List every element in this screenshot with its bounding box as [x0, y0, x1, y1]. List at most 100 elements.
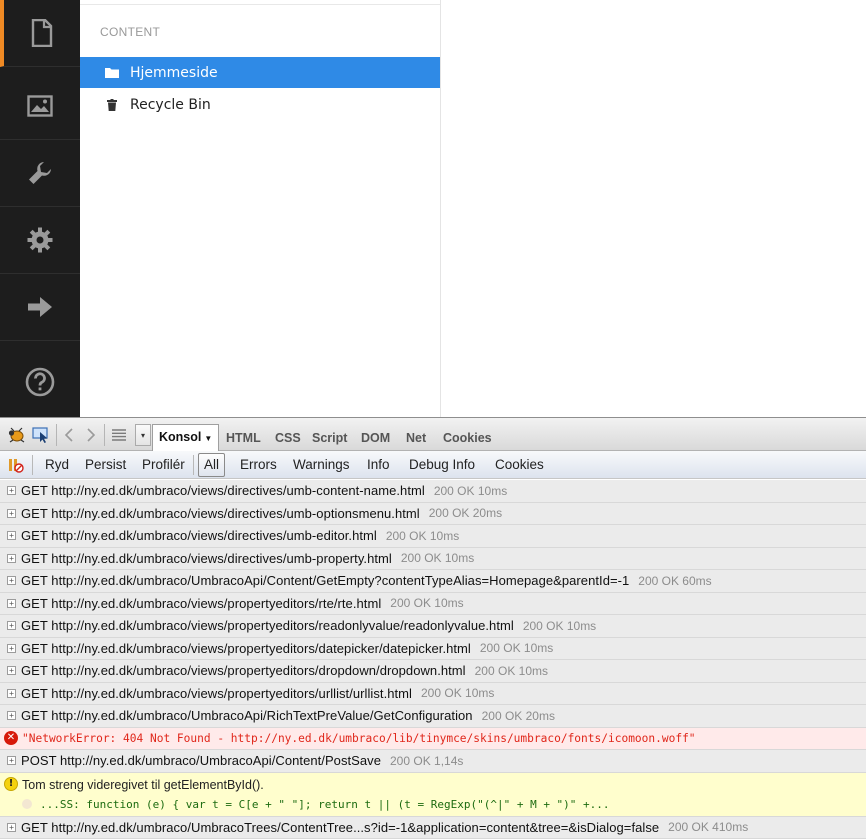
log-row[interactable]: + GET http://ny.ed.dk/umbraco/views/prop… — [0, 660, 866, 683]
expand-icon[interactable]: + — [7, 553, 16, 563]
expand-icon[interactable]: + — [7, 486, 16, 496]
filter-errors[interactable]: Errors — [240, 457, 277, 472]
clear-button[interactable]: Ryd — [45, 457, 69, 472]
request-url: GET http://ny.ed.dk/umbraco/views/proper… — [21, 663, 466, 679]
warning-message: Tom streng videregivet til getElementByI… — [22, 777, 264, 792]
expand-icon[interactable]: + — [7, 666, 16, 676]
request-url: GET http://ny.ed.dk/umbraco/views/direct… — [21, 505, 420, 521]
request-status: 200 OK 10ms — [474, 663, 548, 678]
breakpoint-icon[interactable] — [22, 799, 32, 809]
log-row[interactable]: + GET http://ny.ed.dk/umbraco/views/dire… — [0, 525, 866, 548]
expand-icon[interactable]: + — [7, 621, 16, 631]
help-button[interactable] — [0, 350, 80, 414]
warning-row[interactable]: ! Tom streng videregivet til getElementB… — [0, 772, 866, 817]
log-row[interactable]: + GET http://ny.ed.dk/umbraco/views/prop… — [0, 592, 866, 615]
tree-item-label: Recycle Bin — [130, 96, 211, 113]
profile-button[interactable]: Profilér — [142, 457, 185, 472]
request-status: 200 OK 10ms — [390, 596, 464, 611]
panel-menu-dropdown[interactable]: ▾ — [135, 424, 151, 446]
section-media[interactable] — [0, 73, 80, 140]
persist-button[interactable]: Persist — [85, 457, 126, 472]
expand-icon[interactable]: + — [7, 598, 16, 608]
log-row[interactable]: + GET http://ny.ed.dk/umbraco/UmbracoTre… — [0, 816, 866, 839]
expand-icon[interactable]: + — [7, 508, 16, 518]
back-arrow-icon[interactable] — [60, 426, 78, 444]
request-status: 200 OK 10ms — [400, 551, 475, 566]
tree-top-divider — [80, 0, 440, 5]
tab-html[interactable]: HTML — [226, 431, 261, 445]
firebug-toolbar: ▾ Konsol ▼ HTML CSS Script DOM Net Cookie… — [0, 418, 866, 452]
filter-divider — [32, 455, 33, 475]
expand-icon[interactable]: + — [7, 531, 16, 541]
request-status: 200 OK 410ms — [668, 820, 749, 835]
firebug-bug-icon[interactable] — [7, 426, 25, 444]
tab-script[interactable]: Script — [312, 431, 347, 445]
section-users[interactable] — [0, 274, 80, 341]
inspect-element-icon[interactable] — [32, 426, 50, 444]
tab-konsol[interactable]: Konsol ▼ — [152, 424, 220, 452]
expand-icon[interactable]: + — [7, 576, 16, 586]
request-status: 200 OK 1,14s — [390, 753, 464, 768]
warning-icon: ! — [4, 776, 18, 791]
request-status: 200 OK 10ms — [421, 686, 495, 701]
firebug-panel: ▾ Konsol ▼ HTML CSS Script DOM Net Cookie… — [0, 417, 866, 840]
request-url: GET http://ny.ed.dk/umbraco/views/direct… — [21, 483, 425, 499]
log-row[interactable]: + POST http://ny.ed.dk/umbraco/UmbracoAp… — [0, 750, 866, 773]
chevron-down-icon: ▼ — [204, 434, 213, 443]
arrow-right-icon — [28, 297, 52, 317]
help-circle-icon — [25, 367, 55, 397]
log-row[interactable]: + GET http://ny.ed.dk/umbraco/views/prop… — [0, 637, 866, 660]
filter-debug-info[interactable]: Debug Info — [409, 457, 475, 472]
log-row[interactable]: + GET http://ny.ed.dk/umbraco/views/dire… — [0, 547, 866, 570]
error-icon: ✕ — [4, 731, 18, 746]
request-status: 200 OK 20ms — [428, 506, 503, 521]
section-developer[interactable] — [0, 207, 80, 274]
log-row[interactable]: + GET http://ny.ed.dk/umbraco/UmbracoApi… — [0, 570, 866, 593]
section-content[interactable] — [0, 0, 80, 67]
request-url: GET http://ny.ed.dk/umbraco/views/proper… — [21, 640, 471, 656]
break-on-errors-icon[interactable] — [7, 456, 25, 474]
request-status: 200 OK 10ms — [479, 641, 554, 656]
tab-css[interactable]: CSS — [275, 431, 301, 445]
filter-all[interactable]: All — [198, 453, 226, 477]
filter-cookies[interactable]: Cookies — [495, 457, 544, 472]
tab-cookies[interactable]: Cookies — [443, 431, 492, 445]
request-status: 200 OK 20ms — [481, 708, 555, 723]
tree-item-hjemmeside[interactable]: Hjemmeside — [80, 57, 440, 88]
expand-icon[interactable]: + — [7, 688, 16, 698]
filter-info[interactable]: Info — [367, 457, 390, 472]
sections-sidebar — [0, 0, 80, 417]
error-row[interactable]: ✕ "NetworkError: 404 Not Found - http://… — [0, 727, 866, 750]
filter-warnings[interactable]: Warnings — [293, 457, 350, 472]
request-url: GET http://ny.ed.dk/umbraco/views/direct… — [21, 550, 392, 566]
log-row[interactable]: + GET http://ny.ed.dk/umbraco/views/prop… — [0, 615, 866, 638]
toolbar-divider — [104, 424, 105, 446]
request-url: GET http://ny.ed.dk/umbraco/views/direct… — [21, 528, 377, 544]
document-icon — [31, 19, 53, 47]
request-status: 200 OK 60ms — [638, 573, 712, 588]
section-settings[interactable] — [0, 140, 80, 207]
tree-heading: CONTENT — [100, 25, 161, 39]
command-line-icon[interactable] — [110, 426, 128, 444]
forward-arrow-icon[interactable] — [82, 426, 100, 444]
folder-icon — [102, 67, 122, 78]
log-row[interactable]: + GET http://ny.ed.dk/umbraco/UmbracoApi… — [0, 705, 866, 728]
image-icon — [27, 95, 53, 117]
tab-dom[interactable]: DOM — [361, 431, 390, 445]
request-url: GET http://ny.ed.dk/umbraco/views/proper… — [21, 618, 514, 634]
tree-item-recycle-bin[interactable]: Recycle Bin — [80, 89, 440, 120]
request-url: POST http://ny.ed.dk/umbraco/UmbracoApi/… — [21, 753, 381, 769]
log-row[interactable]: + GET http://ny.ed.dk/umbraco/views/dire… — [0, 480, 866, 503]
log-row[interactable]: + GET http://ny.ed.dk/umbraco/views/dire… — [0, 502, 866, 525]
expand-icon[interactable]: + — [7, 756, 16, 766]
request-url: GET http://ny.ed.dk/umbraco/UmbracoApi/C… — [21, 573, 630, 589]
tab-net[interactable]: Net — [406, 431, 426, 445]
expand-icon[interactable]: + — [7, 643, 16, 653]
warning-source-code: ...SS: function (e) { var t = C[e + " "]… — [40, 797, 610, 811]
expand-icon[interactable]: + — [7, 822, 16, 832]
expand-icon[interactable]: + — [7, 711, 16, 721]
warning-source[interactable]: ...SS: function (e) { var t = C[e + " "]… — [22, 798, 610, 811]
request-url: GET http://ny.ed.dk/umbraco/views/proper… — [21, 685, 412, 701]
log-row[interactable]: + GET http://ny.ed.dk/umbraco/views/prop… — [0, 682, 866, 705]
tree-item-label: Hjemmeside — [130, 64, 218, 81]
